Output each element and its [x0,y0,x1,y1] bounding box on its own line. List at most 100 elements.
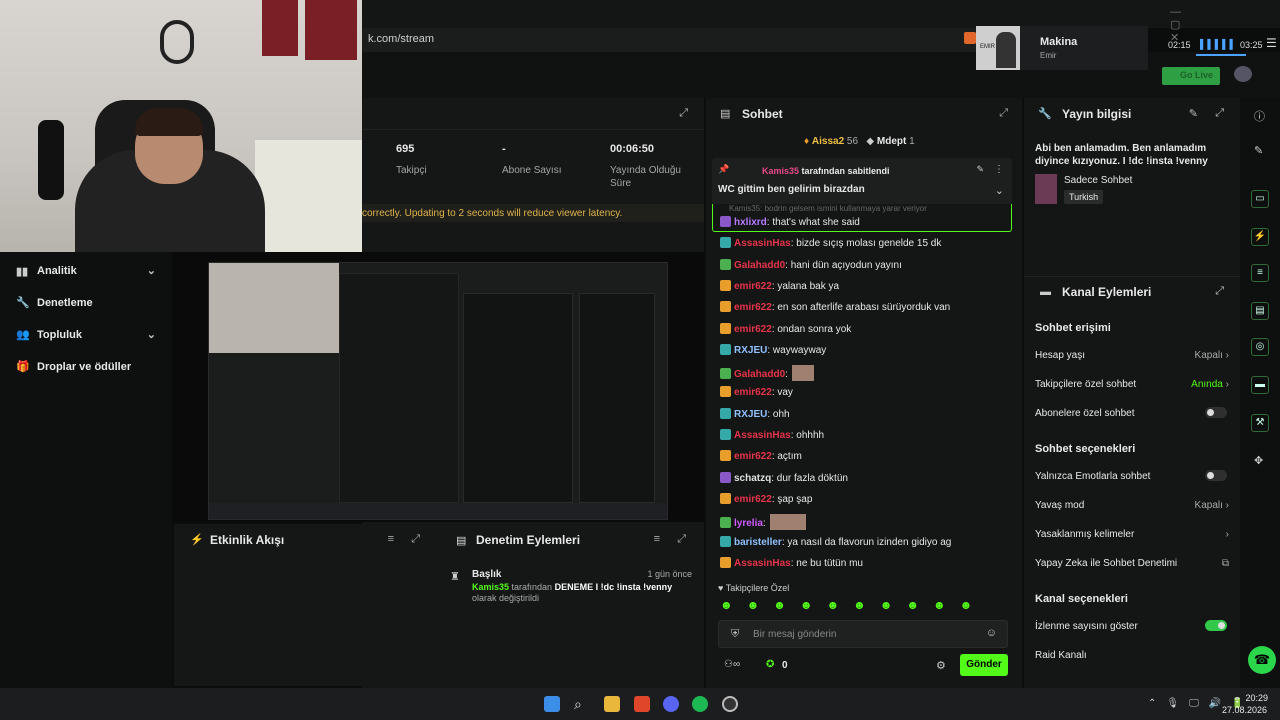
lightning-icon[interactable]: ⚡ [1251,228,1269,246]
expand-icon[interactable]: ⤢ [677,533,686,546]
track-title: Makina [1040,36,1078,48]
url-text[interactable]: k.com/stream [368,33,434,45]
search-icon[interactable]: ⌕ [574,696,590,712]
chat-text: : hani dün açıyodun yayını [785,259,902,271]
emoji-icon[interactable]: ☺ [986,627,997,639]
banned-words-row[interactable]: Yasaklanmış kelimeler › [1035,529,1231,547]
chat-username[interactable]: Galahadd0 [734,369,785,380]
expand-icon[interactable]: ⤢ [411,533,420,546]
chat-username[interactable]: emir622 [734,281,772,292]
chevron-down-icon[interactable]: ⌄ [995,184,1004,197]
mod-entry-user[interactable]: Kamis35 [472,582,509,592]
chat-message: emir622: açtım [720,450,802,468]
wall-shirt [305,0,357,60]
emote-image [769,514,806,531]
expand-icon[interactable]: ⤢ [999,107,1008,120]
emote-image [791,365,814,382]
account-age-row[interactable]: Hesap yaşı Kapalı › [1035,350,1231,368]
top-user-name[interactable]: Mdept [877,136,906,147]
sidebar-item-analitik[interactable]: ▮▮ Analitik ⌄ [16,262,166,282]
address-bar[interactable]: k.com/stream [362,28,984,52]
more-icon[interactable]: ⋮ [994,164,1004,175]
obs-icon[interactable] [722,696,738,712]
stream-category[interactable]: Sadece Sohbet [1064,175,1132,186]
row-value-text: Kapalı [1194,350,1223,361]
emote-bar[interactable]: ☻☻☻☻☻☻☻☻☻☻ [720,598,1010,614]
profile-avatar[interactable] [1234,66,1252,82]
infinity-icon[interactable]: ⚇∞ [724,659,740,670]
chat-icon[interactable]: ▤ [1251,302,1269,320]
chat-username[interactable]: baristeller [734,537,782,548]
brave-icon[interactable] [634,696,650,712]
subs-chat-toggle[interactable] [1205,407,1227,418]
windows-start-icon[interactable] [544,696,560,712]
sidebar-item-droplar[interactable]: 🎁 Droplar ve ödüller [16,358,166,378]
expand-icon[interactable]: ⤢ [679,107,688,120]
brave-shield-icon[interactable] [964,32,976,44]
filter-icon[interactable]: ≡ [654,533,660,545]
emote-only-toggle[interactable] [1205,470,1227,481]
chat-username[interactable]: emir622 [734,451,772,462]
chat-username[interactable]: emir622 [734,302,772,313]
chat-username[interactable]: AssasinHas [734,430,791,441]
chat-message: lyrelia: [720,514,806,532]
card-icon[interactable]: ▬ [1251,376,1269,394]
unpin-icon[interactable]: ✎ [976,164,984,175]
puzzle-icon[interactable]: ✥ [1254,454,1263,467]
top-user-name[interactable]: Aissa2 [812,136,844,147]
pinned-by-user[interactable]: Kamis35 [762,166,799,176]
chat-message: RXJEU: ohh [720,407,790,426]
discord-icon[interactable] [663,696,679,712]
wrench-icon: 🔧 [1038,108,1052,120]
info-icon[interactable]: ⓘ [1254,108,1265,124]
preview-right-panel [579,293,655,503]
stream-tag[interactable]: Turkish [1064,190,1104,204]
slow-mode-row[interactable]: Yavaş mod Kapalı › [1035,500,1231,518]
support-button[interactable]: ☎ [1248,646,1276,674]
clock-date[interactable]: 27.08.2026 [1222,705,1267,715]
mod-entry-heading: Başlık [472,569,502,580]
stat-subs-label: Abone Sayısı [502,165,562,176]
chat-username[interactable]: emir622 [734,324,772,335]
stream-preview[interactable] [172,252,704,522]
spotify-icon[interactable] [692,696,708,712]
chat-username[interactable]: emir622 [734,494,772,505]
menu-icon[interactable]: ☰ [1266,36,1277,50]
file-explorer-icon[interactable] [604,696,620,712]
right-icon-rail: ⓘ ✎ ▭ ⚡ ≡ ▤ ◎ ▬ ⚒ ✥ ☎ [1240,98,1280,688]
expand-icon[interactable]: ⤢ [1215,285,1224,298]
chat-username[interactable]: emir622 [734,387,772,398]
sidebar-item-topluluk[interactable]: 👥 Topluluk ⌄ [16,326,166,346]
taskbar: ⌕ ⌃🎙🖵🔊🔋 20:29 27.08.2026 [0,688,1280,720]
chat-username[interactable]: lyrelia [734,518,763,529]
settings-icon[interactable]: ⚙ [936,659,946,672]
show-viewers-toggle[interactable] [1205,620,1227,631]
chat-username[interactable]: AssasinHas [734,238,791,249]
followers-chat-row[interactable]: Takipçilere özel sohbet Anında › [1035,379,1231,397]
sidebar-item-denetleme[interactable]: 🔧 Denetleme [16,294,166,314]
chat-username[interactable]: hxlixrd [734,217,767,228]
pencil-icon[interactable]: ✎ [1254,144,1263,157]
chat-input[interactable]: ⛨ Bir mesaj gönderin ☺ [718,620,1008,648]
go-live-button[interactable]: Go Live [1162,67,1220,85]
chat-username[interactable]: Galahadd0 [734,260,785,271]
chat-username[interactable]: RXJEU [734,409,767,420]
progress-bar[interactable] [1196,54,1246,56]
album-art-text: EMIR [980,44,995,50]
expand-icon[interactable]: ⤢ [1215,107,1224,120]
chat-username[interactable]: RXJEU [734,345,767,356]
ai-mod-row[interactable]: Yapay Zeka ile Sohbet Denetimi ⧉ [1035,558,1231,576]
list-icon[interactable]: ≡ [1251,264,1269,282]
filter-icon[interactable]: ≡ [388,533,394,545]
video-icon[interactable]: ▭ [1251,190,1269,208]
chat-username[interactable]: schatzq [734,473,771,484]
send-button[interactable]: Gönder [960,654,1008,676]
stat-followers-label: Takipçi [396,165,427,176]
user-badge-icon [720,301,731,313]
edit-icon[interactable]: ✎ [1189,107,1198,120]
wrench-icon[interactable]: ⚒ [1251,414,1269,432]
raid-row[interactable]: Raid Kanalı [1035,650,1231,668]
target-icon[interactable]: ◎ [1251,338,1269,356]
chat-username[interactable]: AssasinHas [734,558,791,569]
clock-time[interactable]: 20:29 [1234,693,1268,703]
